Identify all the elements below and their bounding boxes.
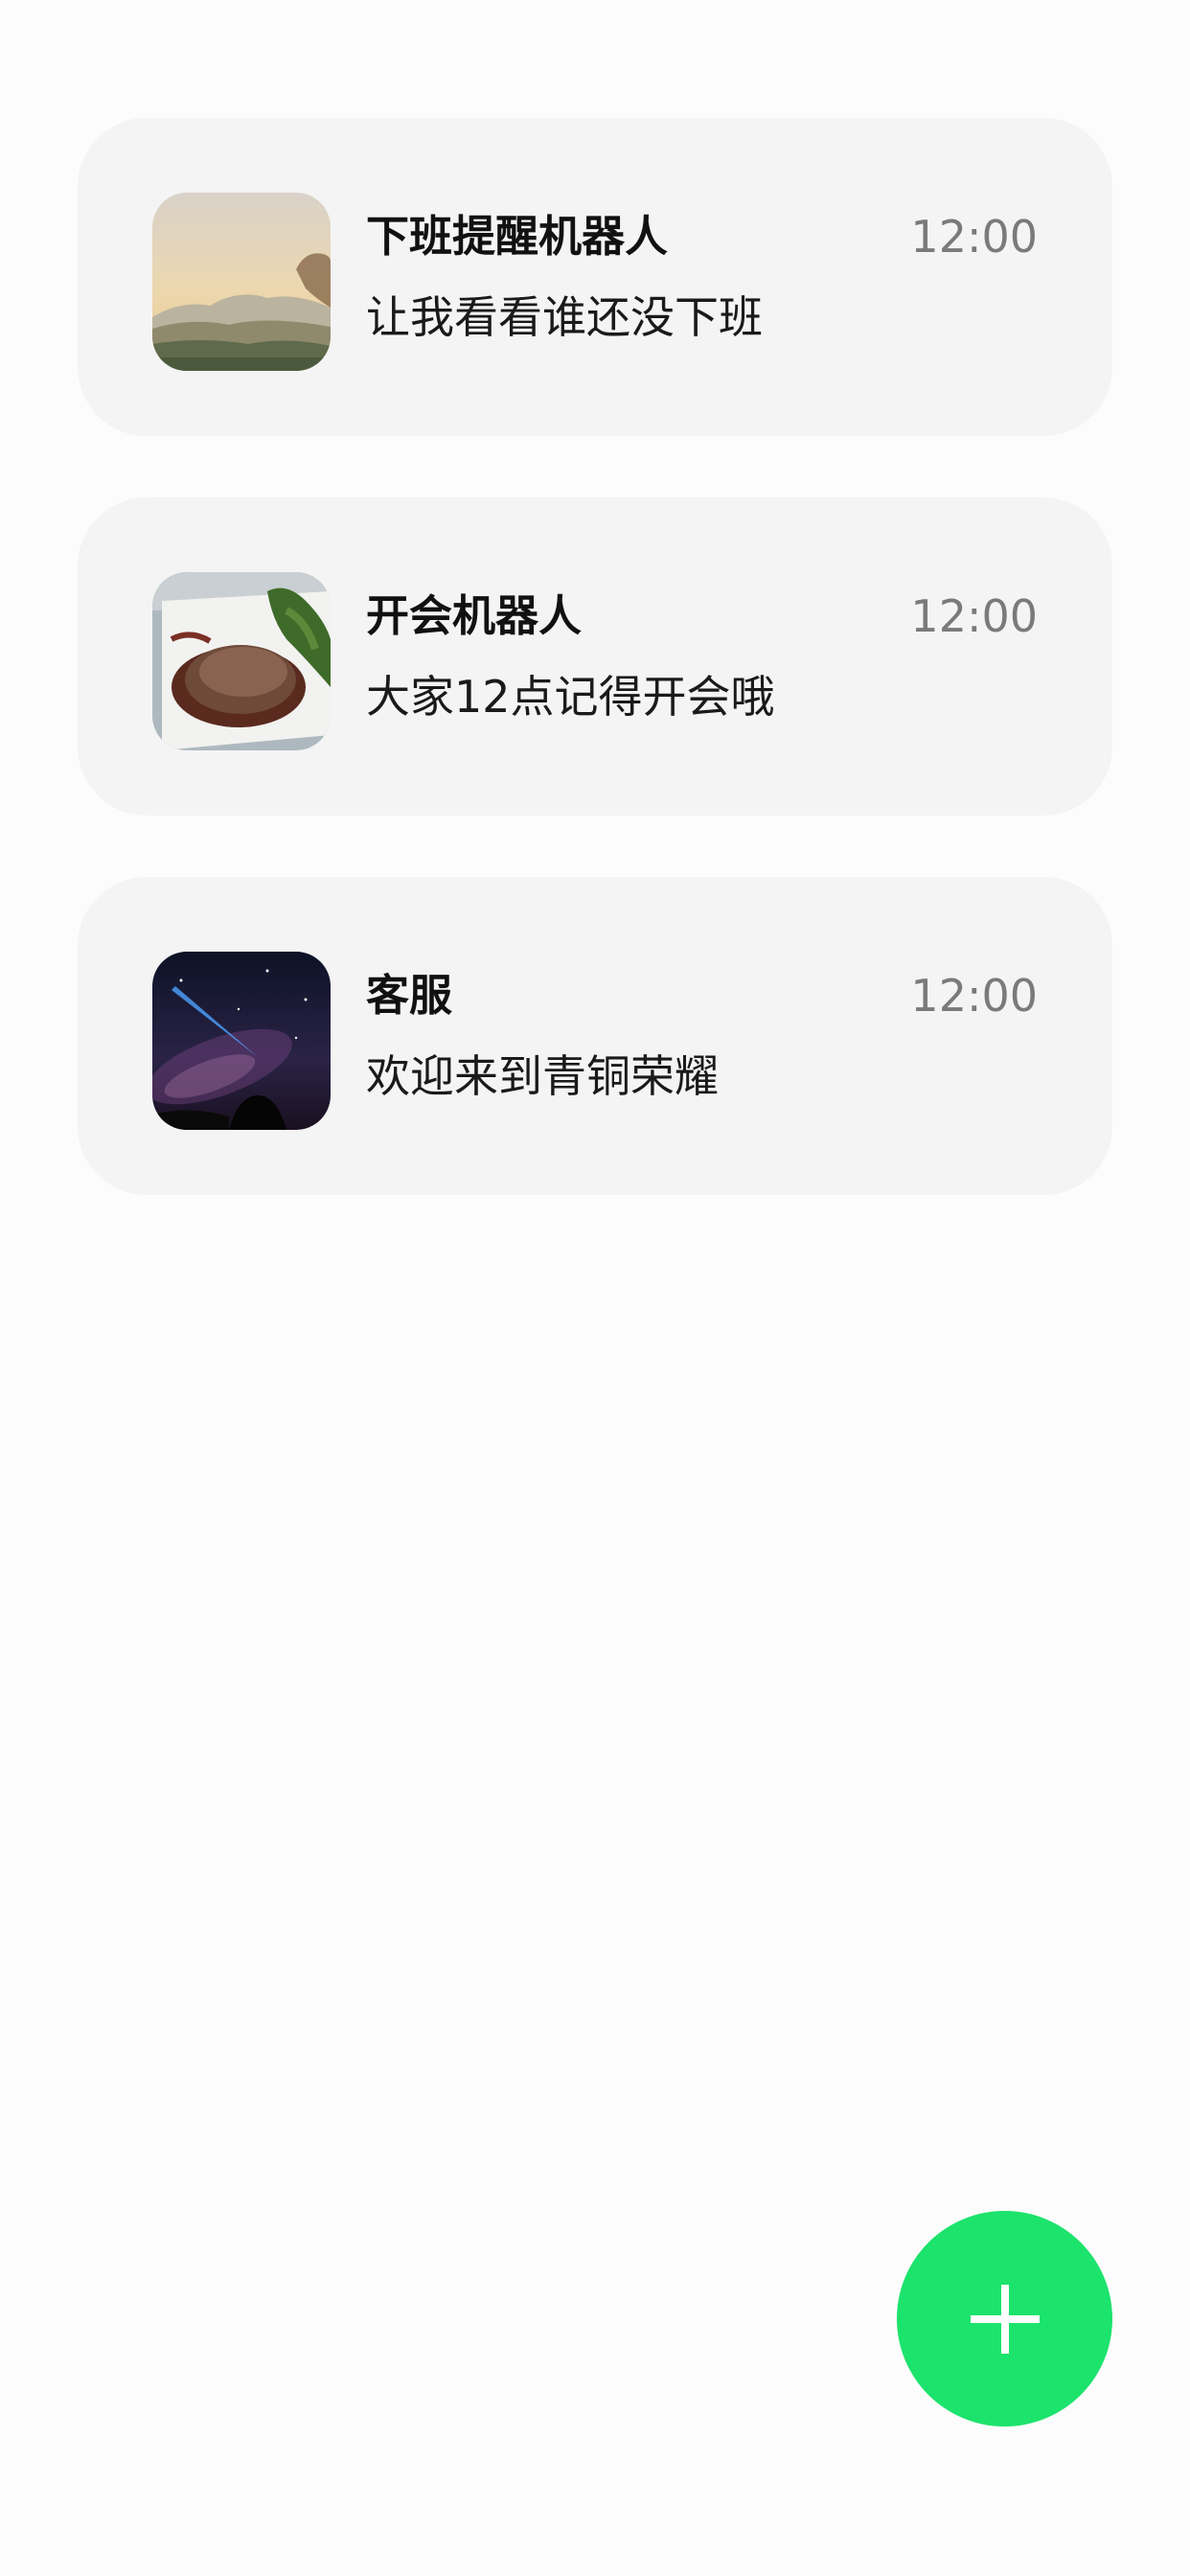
landscape-photo-avatar [152,193,331,371]
conversation-list: 下班提醒机器人 12:00 让我看看谁还没下班 开会机器人 12:00 大家12… [78,118,1112,1256]
conversation-item[interactable]: 客服 12:00 欢迎来到青铜荣耀 [78,877,1112,1195]
conversation-preview: 让我看看谁还没下班 [366,291,763,343]
conversation-time: 12:00 [910,970,1038,1022]
avatar [152,952,331,1130]
conversation-item[interactable]: 下班提醒机器人 12:00 让我看看谁还没下班 [78,118,1112,436]
avatar [152,572,331,750]
conversation-item[interactable]: 开会机器人 12:00 大家12点记得开会哦 [78,497,1112,816]
conversation-preview: 欢迎来到青铜荣耀 [366,1050,719,1102]
conversation-title: 客服 [366,970,453,1021]
avatar [152,193,331,371]
conversation-preview: 大家12点记得开会哦 [366,671,775,723]
conversation-title: 开会机器人 [366,590,583,641]
steak-dinner-photo-avatar [152,572,331,750]
night-sky-photo-avatar [152,952,331,1130]
add-conversation-button[interactable] [897,2211,1112,2426]
conversation-time: 12:00 [910,590,1038,642]
conversation-title: 下班提醒机器人 [366,211,669,262]
conversation-time: 12:00 [910,211,1038,263]
plus-icon [970,2284,1040,2354]
